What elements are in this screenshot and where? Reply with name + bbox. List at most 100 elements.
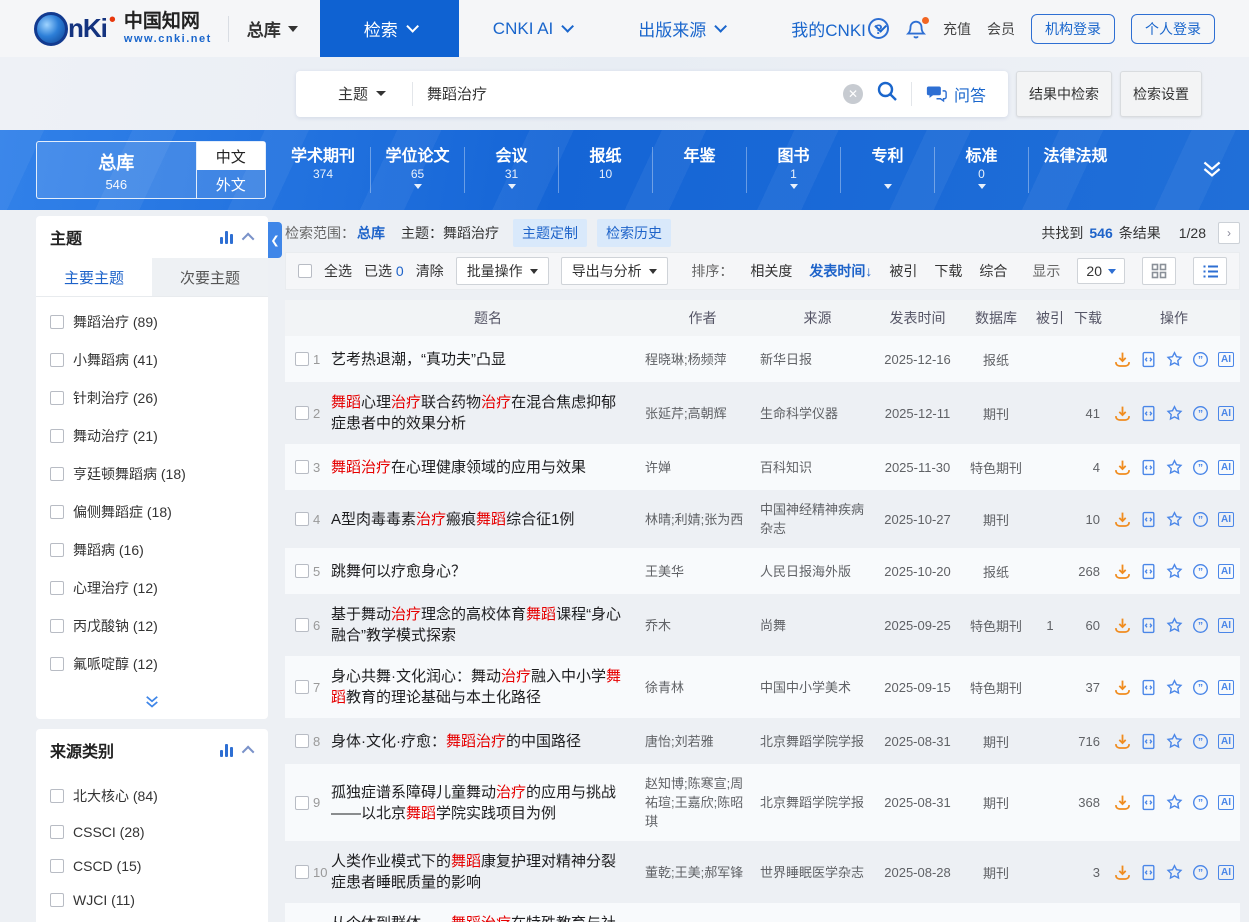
ai-assistant-icon[interactable]: AI — [1218, 734, 1234, 749]
checkbox[interactable] — [50, 543, 64, 557]
checkbox[interactable] — [50, 825, 64, 839]
library-switcher[interactable]: 总库 — [247, 16, 298, 41]
download-icon[interactable] — [1114, 733, 1131, 750]
result-authors[interactable]: 张延芹;高朝辉 — [645, 404, 760, 423]
html-read-icon[interactable] — [1140, 459, 1157, 476]
cite-quote-icon[interactable]: ” — [1192, 563, 1209, 580]
db-tab-journal[interactable]: 学术期刊374 — [276, 147, 370, 193]
cnki-logo[interactable]: nKi • 中国知网 www.cnki.net — [34, 12, 212, 46]
sort-cited[interactable]: 被引 — [889, 261, 917, 281]
db-tab-standard[interactable]: 标准0 — [934, 147, 1028, 193]
favorite-star-icon[interactable] — [1166, 864, 1183, 881]
topic-filter-item[interactable]: 小舞蹈病 (41) — [36, 341, 268, 379]
topic-filter-item[interactable]: 丙戊酸钠 (12) — [36, 607, 268, 645]
checkbox[interactable] — [50, 859, 64, 873]
batch-actions-button[interactable]: 批量操作 — [456, 257, 549, 285]
qa-button[interactable]: 问答 — [912, 82, 996, 106]
row-checkbox[interactable] — [295, 680, 309, 694]
db-tab-thesis[interactable]: 学位论文65 — [370, 147, 464, 193]
row-checkbox[interactable] — [295, 865, 309, 879]
checkbox[interactable] — [50, 353, 64, 367]
db-tab-book[interactable]: 图书1 — [746, 147, 840, 193]
source-filter-item[interactable]: WJCI (11) — [36, 883, 268, 917]
cite-quote-icon[interactable]: ” — [1192, 351, 1209, 368]
result-source[interactable]: 新华日报 — [760, 350, 875, 369]
row-checkbox[interactable] — [295, 406, 309, 420]
source-filter-item[interactable]: CSCD (15) — [36, 849, 268, 883]
result-authors[interactable]: 程晓琳;杨频萍 — [645, 350, 760, 369]
db-tab-conference[interactable]: 会议31 — [464, 147, 558, 193]
checkbox[interactable] — [50, 315, 64, 329]
db-tab-yearbook[interactable]: 年鉴 — [652, 147, 746, 193]
sidebar-collapse-handle[interactable]: ❮ — [268, 222, 282, 258]
result-source[interactable]: 生命科学仪器 — [760, 404, 875, 423]
favorite-star-icon[interactable] — [1166, 405, 1183, 422]
personal-login-button[interactable]: 个人登录 — [1131, 14, 1215, 44]
result-authors[interactable]: 赵知博;陈寒宣;周祐瑄;王嘉欣;陈昭琪 — [645, 774, 760, 831]
html-read-icon[interactable] — [1140, 733, 1157, 750]
checkbox[interactable] — [50, 619, 64, 633]
result-title-link[interactable]: 跳舞何以疗愈身心？ — [331, 561, 645, 582]
list-view-button[interactable] — [1193, 257, 1227, 285]
page-size-select[interactable]: 20 — [1077, 258, 1125, 284]
result-title-link[interactable]: 基于舞动治疗理念的高校体育舞蹈课程“身心融合”教学模式探索 — [331, 604, 645, 646]
source-filter-item[interactable]: CSSCI (28) — [36, 815, 268, 849]
ai-assistant-icon[interactable]: AI — [1218, 795, 1234, 810]
org-login-button[interactable]: 机构登录 — [1031, 14, 1115, 44]
expand-more-icon[interactable] — [1199, 156, 1225, 187]
result-title-link[interactable]: 从个体到群体——舞蹈治疗在特殊教育与社会支持体系中的实践探索 — [331, 913, 645, 922]
favorite-star-icon[interactable] — [1166, 617, 1183, 634]
topic-subscribe-badge[interactable]: 主题定制 — [513, 219, 587, 247]
select-all-label[interactable]: 全选 — [324, 261, 352, 281]
result-source[interactable]: 中国神经精神疾病杂志 — [760, 500, 875, 538]
result-title-link[interactable]: 艺考热退潮，“真功夫”凸显 — [331, 349, 645, 370]
ai-assistant-icon[interactable]: AI — [1218, 618, 1234, 633]
ai-assistant-icon[interactable]: AI — [1218, 680, 1234, 695]
nav-search[interactable]: 检索 — [320, 0, 459, 57]
html-read-icon[interactable] — [1140, 864, 1157, 881]
help-icon[interactable]: ? — [868, 18, 889, 39]
topic-filter-item[interactable]: 亨廷顿舞蹈病 (18) — [36, 455, 268, 493]
result-authors[interactable]: 王美华 — [645, 562, 760, 581]
cite-quote-icon[interactable]: ” — [1192, 733, 1209, 750]
lang-tab-foreign[interactable]: 外文 — [197, 170, 265, 198]
favorite-star-icon[interactable] — [1166, 563, 1183, 580]
download-icon[interactable] — [1114, 351, 1131, 368]
search-in-results-button[interactable]: 结果中检索 — [1016, 71, 1112, 117]
tab-secondary-topic[interactable]: 次要主题 — [152, 258, 268, 296]
html-read-icon[interactable] — [1140, 679, 1157, 696]
cite-quote-icon[interactable]: ” — [1192, 459, 1209, 476]
clear-selection[interactable]: 清除 — [416, 261, 444, 281]
clear-search-icon[interactable]: ✕ — [843, 84, 863, 104]
nav-publish-source[interactable]: 出版来源 — [604, 0, 757, 57]
result-source[interactable]: 北京舞蹈学院学报 — [760, 793, 875, 812]
search-history-badge[interactable]: 检索历史 — [597, 219, 671, 247]
lang-tab-chinese[interactable]: 中文 — [197, 142, 265, 170]
download-icon[interactable] — [1114, 679, 1131, 696]
row-checkbox[interactable] — [295, 512, 309, 526]
ai-assistant-icon[interactable]: AI — [1218, 564, 1234, 579]
search-input[interactable] — [413, 85, 843, 102]
download-icon[interactable] — [1114, 794, 1131, 811]
select-all-checkbox[interactable] — [298, 264, 312, 278]
sort-download[interactable]: 下载 — [934, 261, 962, 281]
favorite-star-icon[interactable] — [1166, 459, 1183, 476]
sort-relevance[interactable]: 相关度 — [750, 261, 792, 281]
download-icon[interactable] — [1114, 617, 1131, 634]
checkbox[interactable] — [50, 505, 64, 519]
html-read-icon[interactable] — [1140, 351, 1157, 368]
checkbox[interactable] — [50, 391, 64, 405]
checkbox[interactable] — [50, 789, 64, 803]
export-analyze-button[interactable]: 导出与分析 — [561, 257, 668, 285]
result-source[interactable]: 中国中小学美术 — [760, 678, 875, 697]
favorite-star-icon[interactable] — [1166, 351, 1183, 368]
cite-quote-icon[interactable]: ” — [1192, 794, 1209, 811]
source-filter-item[interactable]: AMI (7) — [36, 917, 268, 922]
checkbox[interactable] — [50, 467, 64, 481]
show-more-topics[interactable] — [36, 685, 268, 719]
result-source[interactable]: 人民日报海外版 — [760, 562, 875, 581]
scope-value[interactable]: 总库 — [357, 223, 385, 243]
next-page-button[interactable]: › — [1218, 222, 1240, 244]
download-icon[interactable] — [1114, 563, 1131, 580]
checkbox[interactable] — [50, 893, 64, 907]
